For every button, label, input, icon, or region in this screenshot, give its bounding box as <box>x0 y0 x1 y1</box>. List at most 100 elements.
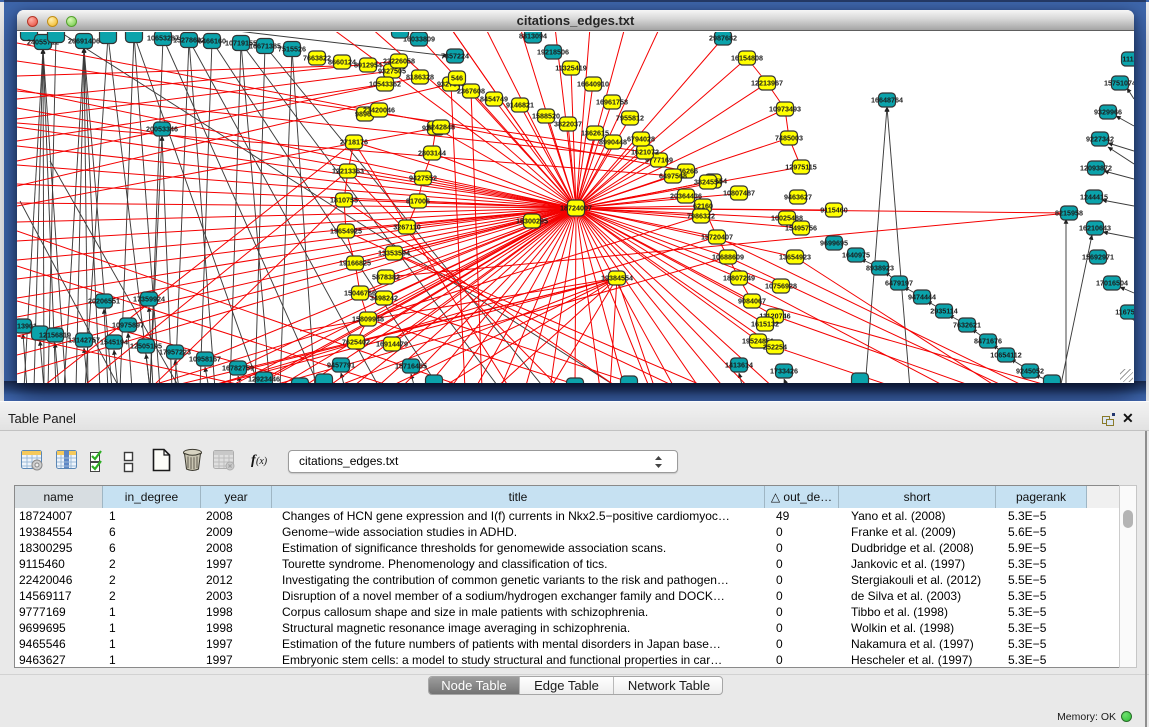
svg-text:19218506: 19218506 <box>537 48 569 57</box>
svg-text:15751074: 15751074 <box>1104 79 1134 88</box>
svg-text:9329966: 9329966 <box>1094 108 1122 117</box>
svg-text:5878382: 5878382 <box>372 273 400 282</box>
svg-text:10975897: 10975897 <box>112 321 144 330</box>
svg-text:12156819: 12156819 <box>39 331 71 340</box>
svg-text:9227342: 9227342 <box>1086 135 1114 144</box>
svg-text:18300295: 18300295 <box>516 217 548 226</box>
svg-text:6479197: 6479197 <box>885 279 913 288</box>
svg-text:12093872: 12093872 <box>1080 164 1112 173</box>
svg-text:16914479: 16914479 <box>376 340 408 349</box>
svg-text:252254: 252254 <box>763 343 787 352</box>
svg-text:2935114: 2935114 <box>930 307 958 316</box>
svg-text:1362615: 1362615 <box>581 129 609 138</box>
svg-text:10543362: 10543362 <box>369 80 401 89</box>
svg-text:7955812: 7955812 <box>616 114 644 123</box>
svg-text:17016504: 17016504 <box>1096 279 1128 288</box>
svg-text:1640975: 1640975 <box>842 251 870 260</box>
svg-text:3824554: 3824554 <box>694 178 722 187</box>
svg-text:817006: 817006 <box>406 197 430 206</box>
svg-text:1810755: 1810755 <box>330 196 358 205</box>
svg-text:6497568: 6497568 <box>659 172 687 181</box>
svg-text:8215958: 8215958 <box>1055 209 1083 218</box>
svg-text:8938923: 8938923 <box>866 264 894 273</box>
svg-text:8471676: 8471676 <box>974 337 1002 346</box>
svg-text:19384554: 19384554 <box>601 274 633 283</box>
svg-text:7625402: 7625402 <box>342 338 370 347</box>
svg-text:15692971: 15692971 <box>1082 253 1114 262</box>
svg-text:1167534: 1167534 <box>1115 308 1134 317</box>
svg-text:16640910: 16640910 <box>577 80 609 89</box>
svg-text:9245052: 9245052 <box>1016 367 1044 376</box>
svg-text:7986322: 7986322 <box>687 212 715 221</box>
svg-text:6794028: 6794028 <box>627 135 655 144</box>
svg-text:13142757: 13142757 <box>68 336 100 345</box>
svg-text:11325419: 11325419 <box>555 64 587 73</box>
svg-text:1621072: 1621072 <box>631 148 659 157</box>
svg-text:12923446: 12923446 <box>248 375 280 384</box>
svg-text:2987682: 2987682 <box>709 34 737 43</box>
svg-text:1545194: 1545194 <box>100 338 128 347</box>
svg-text:12975115: 12975115 <box>785 163 817 172</box>
svg-text:8186328: 8186328 <box>406 73 434 82</box>
svg-text:3498242: 3498242 <box>370 294 398 303</box>
svg-text:18724007: 18724007 <box>560 204 592 213</box>
svg-text:19166825: 19166825 <box>339 259 371 268</box>
svg-text:17957223: 17957223 <box>159 348 191 357</box>
svg-text:19654925: 19654925 <box>330 227 362 236</box>
svg-text:9115460: 9115460 <box>820 206 848 215</box>
svg-text:10756928: 10756928 <box>765 282 797 291</box>
svg-text:8990448: 8990448 <box>599 138 627 147</box>
svg-text:15720407: 15720407 <box>701 233 733 242</box>
svg-text:12213363: 12213363 <box>332 167 364 176</box>
svg-text:9146821: 9146821 <box>506 101 534 110</box>
svg-text:9242848: 9242848 <box>427 123 455 132</box>
svg-text:13654923: 13654923 <box>779 253 811 262</box>
svg-text:20053346: 20053346 <box>146 125 178 134</box>
svg-text:12213967: 12213967 <box>751 79 783 88</box>
svg-text:17359924: 17359924 <box>133 295 165 304</box>
svg-text:1413614: 1413614 <box>725 361 753 370</box>
svg-text:1733426: 1733426 <box>770 367 798 376</box>
svg-text:9699695: 9699695 <box>820 239 848 248</box>
svg-text:546: 546 <box>451 74 463 83</box>
svg-text:6466160: 6466160 <box>198 37 226 46</box>
svg-text:8454749: 8454749 <box>480 95 508 104</box>
svg-text:7632621: 7632621 <box>953 321 981 330</box>
svg-text:23420046: 23420046 <box>363 106 395 115</box>
svg-text:1615132: 1615132 <box>751 320 779 329</box>
svg-text:16154808: 16154808 <box>731 54 763 63</box>
svg-text:10654112: 10654112 <box>990 351 1022 360</box>
svg-text:2718176: 2718176 <box>340 138 368 147</box>
svg-text:18807249: 18807249 <box>723 274 755 283</box>
svg-text:16648764: 16648764 <box>871 96 903 105</box>
svg-text:9427552: 9427552 <box>409 174 437 183</box>
svg-text:2803144: 2803144 <box>418 149 446 158</box>
svg-text:10958167: 10958167 <box>189 355 221 364</box>
svg-text:7485003: 7485003 <box>775 134 803 143</box>
svg-text:8660124: 8660124 <box>328 58 356 67</box>
svg-text:15716485: 15716485 <box>395 362 427 371</box>
svg-text:13353594: 13353594 <box>378 249 410 258</box>
svg-text:9457791: 9457791 <box>327 361 355 370</box>
svg-text:10973493: 10973493 <box>769 105 801 114</box>
svg-text:16671385: 16671385 <box>249 42 281 51</box>
svg-text:20691406: 20691406 <box>68 37 100 46</box>
svg-text:9463627: 9463627 <box>784 193 812 202</box>
svg-text:8813094: 8813094 <box>519 32 547 41</box>
svg-text:(x): (x) <box>256 456 268 467</box>
svg-text:15809948: 15809948 <box>352 315 384 324</box>
svg-text:7515526: 7515526 <box>278 45 306 54</box>
svg-text:7663822: 7663822 <box>303 54 331 63</box>
svg-text:16210643: 16210643 <box>1079 224 1111 233</box>
svg-text:20364436: 20364436 <box>670 192 702 201</box>
svg-text:20206551: 20206551 <box>88 297 120 306</box>
svg-text:16782759: 16782759 <box>222 364 254 373</box>
svg-text:10807487: 10807487 <box>723 189 755 198</box>
svg-text:1112: 1112 <box>1122 55 1134 64</box>
svg-text:12505195: 12505195 <box>130 342 162 351</box>
svg-text:3822037: 3822037 <box>554 120 582 129</box>
svg-text:3267110: 3267110 <box>393 223 421 232</box>
svg-text:9474444: 9474444 <box>908 293 936 302</box>
svg-text:23226058: 23226058 <box>383 57 415 66</box>
svg-text:16961758: 16961758 <box>596 98 628 107</box>
